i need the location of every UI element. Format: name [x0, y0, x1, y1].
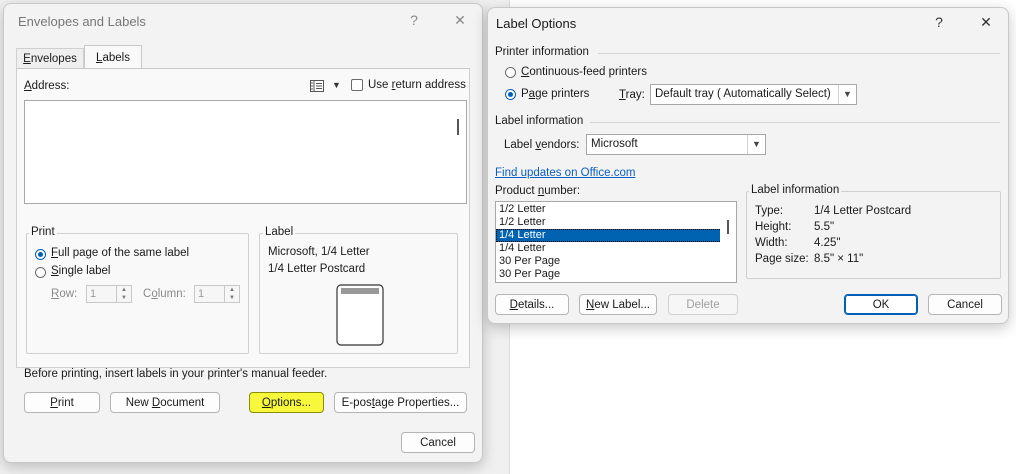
single-label-radio[interactable] [35, 267, 46, 278]
single-label-label[interactable]: Single label [51, 265, 110, 277]
address-scrollbar[interactable] [450, 101, 466, 203]
spinner-up-icon[interactable]: ▲ [116, 286, 131, 294]
address-book-dropdown-icon[interactable]: ▼ [332, 80, 341, 90]
details-button[interactable]: Details... [495, 294, 569, 315]
product-number-label: Product number: [495, 185, 581, 197]
full-page-radio[interactable] [35, 249, 46, 260]
page-printers-label[interactable]: Page printers [521, 88, 589, 100]
label-vendors-select[interactable]: Microsoft ▼ [586, 134, 766, 155]
list-item-selected[interactable]: 1/4 Letter [496, 229, 736, 242]
spinner-down-icon[interactable]: ▼ [224, 294, 239, 302]
column-label: Column: [143, 288, 186, 300]
label-options-dialog: Label Options ? ✕ Printer information Co… [487, 7, 1009, 324]
help-icon[interactable]: ? [404, 12, 424, 28]
tray-label: Tray: [619, 89, 645, 101]
type-label: Type: [755, 205, 784, 217]
tab-labels[interactable]: Labels [84, 45, 142, 70]
tab-envelopes[interactable]: Envelopes [16, 48, 84, 69]
cancel-button[interactable]: Cancel [401, 432, 475, 453]
find-updates-link[interactable]: Find updates on Office.com [495, 167, 635, 179]
label-description-line2: 1/4 Letter Postcard [268, 263, 366, 275]
width-value: 4.25" [814, 237, 841, 249]
divider [590, 122, 1000, 123]
address-book-icon[interactable] [310, 80, 326, 92]
height-label: Height: [755, 221, 792, 233]
spinner-down-icon[interactable]: ▼ [116, 294, 131, 302]
label-group-title: Label [263, 226, 296, 238]
scrollbar-thumb[interactable] [727, 220, 729, 234]
full-page-label[interactable]: Full page of the same label [51, 247, 189, 259]
envelopes-labels-dialog: Envelopes and Labels ? ✕ Envelopes Label… [3, 3, 483, 463]
row-label: Row: [51, 288, 78, 300]
tray-select[interactable]: Default tray ( Automatically Select) ▼ [650, 84, 857, 105]
dropdown-arrow-icon[interactable]: ▼ [838, 85, 856, 104]
page-size-value: 8.5" × 11" [814, 253, 864, 265]
epostage-properties-button[interactable]: E-postage Properties... [334, 392, 467, 413]
help-icon[interactable]: ? [929, 14, 949, 30]
product-number-list[interactable]: 1/2 Letter 1/2 Letter 1/4 Letter 1/4 Let… [495, 201, 737, 283]
scrollbar-thumb[interactable] [457, 119, 459, 135]
continuous-feed-radio[interactable] [505, 67, 516, 78]
printer-information-heading: Printer information [495, 46, 589, 58]
product-list-items: 1/2 Letter 1/2 Letter 1/4 Letter 1/4 Let… [496, 202, 736, 281]
list-item[interactable]: 30 Per Page [496, 268, 736, 281]
ok-button[interactable]: OK [844, 294, 918, 315]
label-vendors-label: Label vendors: [504, 139, 580, 151]
dialog-title: Label Options [496, 16, 577, 31]
column-spinner[interactable]: 1 ▲ ▼ [194, 285, 240, 303]
row-spinner[interactable]: 1 ▲ ▼ [86, 285, 132, 303]
use-return-address-checkbox[interactable] [351, 79, 363, 91]
label-preview-icon[interactable] [336, 284, 384, 346]
options-button[interactable]: Options... [249, 392, 324, 413]
print-button[interactable]: Print [24, 392, 100, 413]
dropdown-arrow-icon[interactable]: ▼ [747, 135, 765, 154]
list-item[interactable]: 30 Per Page [496, 255, 736, 268]
divider [598, 53, 1000, 54]
use-return-address-label[interactable]: Use return address [368, 79, 466, 91]
print-group-title: Print [29, 226, 57, 238]
close-icon[interactable]: ✕ [976, 14, 996, 31]
list-item[interactable]: 1/4 Letter [496, 242, 736, 255]
address-label: Address: [24, 80, 70, 92]
new-document-button[interactable]: New Document [110, 392, 220, 413]
new-label-button[interactable]: New Label... [579, 294, 657, 315]
type-value: 1/4 Letter Postcard [814, 205, 912, 217]
spinner-up-icon[interactable]: ▲ [224, 286, 239, 294]
list-item[interactable]: 1/2 Letter [496, 216, 736, 229]
cancel-button[interactable]: Cancel [928, 294, 1002, 315]
label-description-line1: Microsoft, 1/4 Letter [268, 246, 370, 258]
page-printers-radio[interactable] [505, 89, 516, 100]
continuous-feed-label[interactable]: Continuous-feed printers [521, 66, 647, 78]
height-value: 5.5" [814, 221, 835, 233]
label-information-title: Label information [749, 184, 842, 196]
list-item[interactable]: 1/2 Letter [496, 203, 736, 216]
address-textarea[interactable] [24, 100, 467, 204]
list-scrollbar[interactable] [720, 202, 736, 282]
printer-notice: Before printing, insert labels in your p… [24, 368, 328, 380]
delete-button[interactable]: Delete [668, 294, 738, 315]
page-size-label: Page size: [755, 253, 809, 265]
label-information-heading: Label information [495, 115, 584, 127]
width-label: Width: [755, 237, 788, 249]
dialog-title: Envelopes and Labels [18, 14, 146, 29]
close-icon[interactable]: ✕ [450, 12, 470, 29]
